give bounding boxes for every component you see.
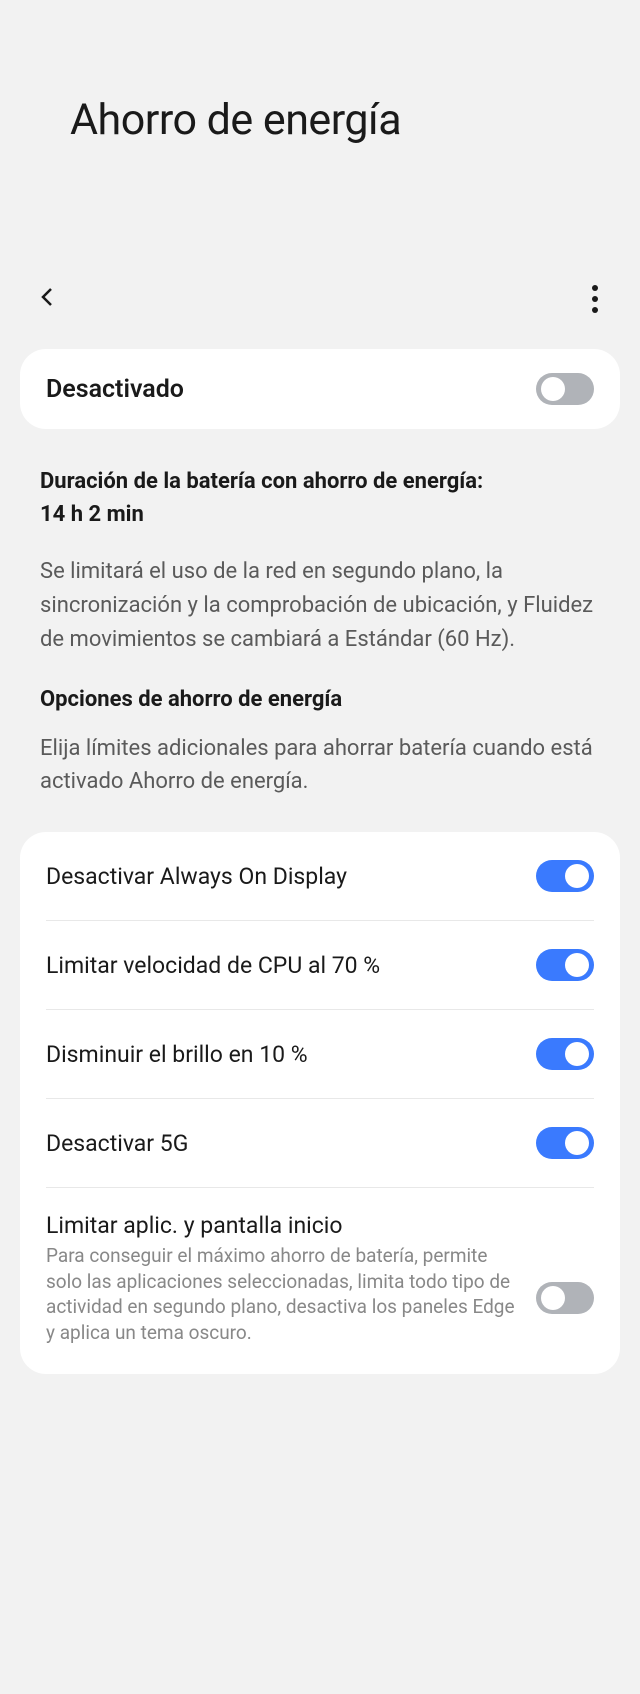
option-toggle[interactable] (536, 1127, 594, 1159)
options-section-desc: Elija límites adicionales para ahorrar b… (40, 732, 600, 798)
option-label: Desactivar 5G (46, 1130, 536, 1157)
option-limit-apps[interactable]: Limitar aplic. y pantalla inicio Para co… (46, 1188, 594, 1374)
option-label: Limitar velocidad de CPU al 70 % (46, 952, 536, 979)
duration-label: Duración de la batería con ahorro de ene… (40, 467, 600, 498)
page-title: Ahorro de energía (70, 95, 570, 145)
limit-apps-label: Limitar aplic. y pantalla inicio (46, 1212, 516, 1239)
option-cpu-limit[interactable]: Limitar velocidad de CPU al 70 % (46, 921, 594, 1010)
option-toggle[interactable] (536, 949, 594, 981)
master-toggle-label: Desactivado (46, 375, 184, 404)
master-toggle[interactable] (536, 373, 594, 405)
option-always-on-display[interactable]: Desactivar Always On Display (46, 832, 594, 921)
options-section-title: Opciones de ahorro de energía (40, 687, 600, 712)
option-label: Disminuir el brillo en 10 % (46, 1041, 536, 1068)
option-toggle[interactable] (536, 1038, 594, 1070)
info-description: Se limitará el uso de la red en segundo … (40, 555, 600, 657)
options-list: Desactivar Always On Display Limitar vel… (20, 832, 620, 1374)
back-icon[interactable] (36, 285, 60, 313)
option-brightness[interactable]: Disminuir el brillo en 10 % (46, 1010, 594, 1099)
duration-value: 14 h 2 min (40, 502, 600, 527)
option-5g[interactable]: Desactivar 5G (46, 1099, 594, 1188)
option-toggle[interactable] (536, 860, 594, 892)
option-label: Desactivar Always On Display (46, 863, 536, 890)
more-icon[interactable] (592, 285, 604, 313)
limit-apps-description: Para conseguir el máximo ahorro de bater… (46, 1243, 516, 1346)
limit-apps-toggle[interactable] (536, 1282, 594, 1314)
